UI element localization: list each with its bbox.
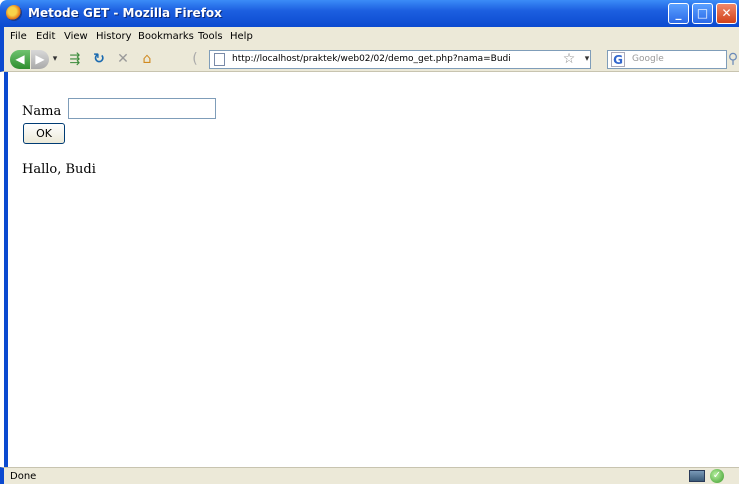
search-engine-icon[interactable]: G <box>611 52 625 67</box>
page-icon <box>214 53 225 66</box>
url-bar-edge: ( <box>192 51 198 67</box>
menu-help[interactable]: Help <box>230 31 253 42</box>
navigation-toolbar: ◀ ▶ ▾ ⇶ ↻ ✕ ⌂ ( http://localhost/praktek… <box>0 47 739 72</box>
menu-bookmarks[interactable]: Bookmarks <box>138 31 194 42</box>
history-dropdown-icon[interactable]: ▾ <box>50 50 60 69</box>
title-bar[interactable]: Metode GET - Mozilla Firefox _ □ ✕ <box>0 0 739 27</box>
search-placeholder: Google <box>632 54 664 64</box>
home-icon[interactable]: ⌂ <box>138 50 156 69</box>
close-button[interactable]: ✕ <box>716 3 737 24</box>
menu-bar: File Edit View History Bookmarks Tools H… <box>0 27 739 47</box>
minimize-button[interactable]: _ <box>668 3 689 24</box>
menu-file[interactable]: File <box>10 31 27 42</box>
menu-tools[interactable]: Tools <box>198 31 223 42</box>
star-icon[interactable]: ☆ <box>561 50 577 69</box>
nama-label: Nama <box>22 104 62 119</box>
network-icon[interactable] <box>689 470 705 482</box>
menu-view[interactable]: View <box>64 31 88 42</box>
reload-icon[interactable]: ↻ <box>90 50 108 69</box>
menu-edit[interactable]: Edit <box>36 31 55 42</box>
page-content: Nama OK Hallo, Budi <box>4 72 739 467</box>
browser-window: Metode GET - Mozilla Firefox _ □ ✕ File … <box>0 0 739 484</box>
url-text: http://localhost/praktek/web02/02/demo_g… <box>232 54 511 64</box>
stop-icon[interactable]: ✕ <box>114 50 132 69</box>
status-text: Done <box>10 471 37 482</box>
search-box[interactable]: G Google <box>607 50 727 69</box>
firefox-icon <box>6 5 22 21</box>
back-arrow-icon[interactable]: ◀ <box>10 50 30 69</box>
url-dropdown-icon[interactable]: ▾ <box>582 50 592 69</box>
nama-input[interactable] <box>68 98 216 119</box>
check-icon[interactable]: ✓ <box>710 469 724 483</box>
ok-button[interactable]: OK <box>23 123 65 144</box>
maximize-button[interactable]: □ <box>692 3 713 24</box>
menu-history[interactable]: History <box>96 31 132 42</box>
url-bar[interactable]: http://localhost/praktek/web02/02/demo_g… <box>209 50 591 69</box>
status-bar: Done ✓ <box>0 467 739 484</box>
window-title: Metode GET - Mozilla Firefox <box>28 6 222 20</box>
magnifier-icon[interactable]: ⚲ <box>725 50 739 69</box>
greeting-text: Hallo, Budi <box>22 162 96 177</box>
forward-arrow-icon[interactable]: ▶ <box>31 50 49 69</box>
open-tab-icon[interactable]: ⇶ <box>66 50 84 69</box>
